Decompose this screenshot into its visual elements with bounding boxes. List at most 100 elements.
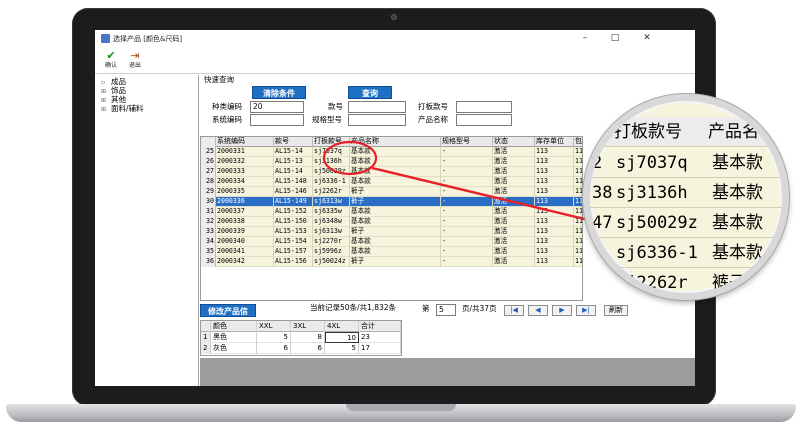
col-header-spec[interactable]: 规格型号 xyxy=(441,137,493,147)
magnifier-pattern: sj3136h xyxy=(616,183,688,203)
table-cell: 113 xyxy=(574,247,582,257)
table-cell: sj6313w xyxy=(313,227,350,237)
page-suffix: 页/共37页 xyxy=(462,304,497,313)
detail-empty-area xyxy=(200,358,695,386)
table-cell: 激活 xyxy=(493,157,535,167)
table-cell: 2000333 xyxy=(216,167,274,177)
table-cell: sj2270r xyxy=(313,237,350,247)
sys-code-input[interactable] xyxy=(250,114,304,126)
next-page-button[interactable]: ▶ xyxy=(552,305,572,316)
table-cell: AL15-13 xyxy=(274,157,313,167)
grid-header-row: 系统编码 款号 打板款号 产品名称 规格型号 状态 库存单位 包装单位 xyxy=(201,137,582,147)
table-row[interactable]: 362000342AL15-156sj50024z裤子-激活113113 xyxy=(201,257,582,267)
table-cell: 2000331 xyxy=(216,147,274,157)
exit-button[interactable]: ⇥ 退出 xyxy=(123,50,147,72)
close-button[interactable]: ✕ xyxy=(635,32,659,45)
table-cell: 30 xyxy=(201,197,216,207)
laptop-base xyxy=(6,404,796,422)
magnifier-prefix: 2 xyxy=(592,153,603,173)
col-header-status[interactable]: 状态 xyxy=(493,137,535,147)
table-cell: AL15-14 xyxy=(274,167,313,177)
table-row[interactable]: 262000332AL15-13sj3136h基本款-激活113113 xyxy=(201,157,582,167)
exit-label: 退出 xyxy=(128,62,141,69)
table-row[interactable]: 352000341AL15-157sj5996z基本款-激活113113 xyxy=(201,247,582,257)
col-header-sys-code[interactable]: 系统编码 xyxy=(216,137,274,147)
spec-input[interactable] xyxy=(348,114,406,126)
table-row[interactable]: 322000338AL15-150sj6348w基本款-激活113113 xyxy=(201,217,582,227)
table-row[interactable]: 342000340AL15-154sj2270r基本款-激活113113 xyxy=(201,237,582,247)
table-row[interactable]: 272000333AL15-14sj50029z基本款-激活113113 xyxy=(201,167,582,177)
detail-corner xyxy=(201,321,211,332)
style-no-label: 款号 xyxy=(328,102,343,111)
maximize-button[interactable]: □ xyxy=(603,32,627,45)
table-row[interactable]: 332000339AL15-153sj6313w裤子-激活113113 xyxy=(201,227,582,237)
edit-product-button[interactable]: 修改产品信 xyxy=(200,304,256,317)
table-cell: sj6348w xyxy=(313,217,350,227)
table-cell: 基本款 xyxy=(350,247,441,257)
query-button[interactable]: 查询 xyxy=(348,86,392,99)
col-header-pattern-no[interactable]: 打板款号 xyxy=(313,137,350,147)
magnifier-name: 基本款 xyxy=(712,183,763,203)
table-cell: 激活 xyxy=(493,167,535,177)
last-page-button[interactable]: ▶| xyxy=(576,305,596,316)
type-code-input[interactable]: 20 xyxy=(250,101,304,113)
table-row[interactable]: 252000331AL15-14sj7037q基本款-激活113113 xyxy=(201,147,582,157)
magnifier-row: 38 sj3136h 基本款 xyxy=(590,178,782,208)
table-cell: sj7037q xyxy=(313,147,350,157)
table-row[interactable]: 312000337AL15-152sj6335w基本款-激活113113 xyxy=(201,207,582,217)
table-row[interactable]: 302000336AL15-149sj6313w裤子-激活113113 xyxy=(201,197,582,207)
table-cell: 113 xyxy=(574,227,582,237)
col-header-style-no[interactable]: 款号 xyxy=(274,137,313,147)
prev-page-button[interactable]: ◀ xyxy=(528,305,548,316)
table-cell: 113 xyxy=(574,237,582,247)
first-page-button[interactable]: |◀ xyxy=(504,305,524,316)
table-cell: - xyxy=(441,197,493,207)
table-cell: 113 xyxy=(535,147,574,157)
table-cell: sj50029z xyxy=(313,167,350,177)
magnifier-pattern: sj7037q xyxy=(616,153,688,173)
table-cell: 33 xyxy=(201,227,216,237)
table-cell: - xyxy=(441,237,493,247)
tree-item-fabric[interactable]: ⊞ 面料/辅料 xyxy=(101,104,144,114)
confirm-button[interactable]: ✔ 确认 xyxy=(99,50,123,72)
table-row[interactable]: 282000334AL15-148sj6336-1基本款-激活113113 xyxy=(201,177,582,187)
magnifier-pattern: sj50029z xyxy=(616,213,698,233)
grid-corner xyxy=(201,137,216,147)
table-cell: 28 xyxy=(201,177,216,187)
pattern-no-input[interactable] xyxy=(456,101,512,113)
table-cell: 29 xyxy=(201,187,216,197)
col-header-pack-unit[interactable]: 包装单位 xyxy=(574,137,582,147)
table-cell: 113 xyxy=(574,257,582,267)
col-header-product-name[interactable]: 产品名称 xyxy=(350,137,441,147)
detail-col-total: 合计 xyxy=(359,321,401,332)
product-name-input[interactable] xyxy=(456,114,512,126)
record-info: 当前记录50条/共1,832条 xyxy=(310,303,397,312)
table-cell: 2000336 xyxy=(216,197,274,207)
detail-row: 2 灰色 6 6 5 17 xyxy=(201,343,401,354)
magnifier-name: 基本款 xyxy=(712,243,763,263)
table-cell: 裤子 xyxy=(350,197,441,207)
refresh-button[interactable]: 刷新 xyxy=(604,305,628,316)
product-grid: 系统编码 款号 打板款号 产品名称 规格型号 状态 库存单位 包装单位 2520… xyxy=(200,136,583,301)
magnifier-prefix: 47 xyxy=(592,213,613,233)
sys-code-label: 系统编码 xyxy=(212,115,242,124)
table-cell: AL15-149 xyxy=(274,197,313,207)
col-header-stock-unit[interactable]: 库存单位 xyxy=(535,137,574,147)
style-no-input[interactable] xyxy=(348,101,406,113)
minimize-button[interactable]: – xyxy=(573,32,597,45)
table-cell: 113 xyxy=(574,187,582,197)
magnifier-prefix: 38 xyxy=(592,183,613,203)
table-cell: 裤子 xyxy=(350,227,441,237)
table-row[interactable]: 292000335AL15-146sj2262r裤子-激活113113 xyxy=(201,187,582,197)
table-cell: 2000342 xyxy=(216,257,274,267)
color-size-grid: 颜色 XXL 3XL 4XL 合计 1 黑色 5 8 10 23 2 灰色 6 … xyxy=(200,320,402,356)
product-name-label: 产品名称 xyxy=(418,115,448,124)
table-cell: 激活 xyxy=(493,257,535,267)
table-cell: 裤子 xyxy=(350,257,441,267)
pager: 修改产品信 当前记录50条/共1,832条 第 5 页/共37页 |◀ ◀ ▶ … xyxy=(200,303,630,317)
table-cell: AL15-14 xyxy=(274,147,313,157)
clear-conditions-button[interactable]: 清除条件 xyxy=(252,86,306,99)
type-code-label: 种类编码 xyxy=(212,102,242,111)
table-cell: 激活 xyxy=(493,177,535,187)
page-number-input[interactable]: 5 xyxy=(436,304,456,316)
